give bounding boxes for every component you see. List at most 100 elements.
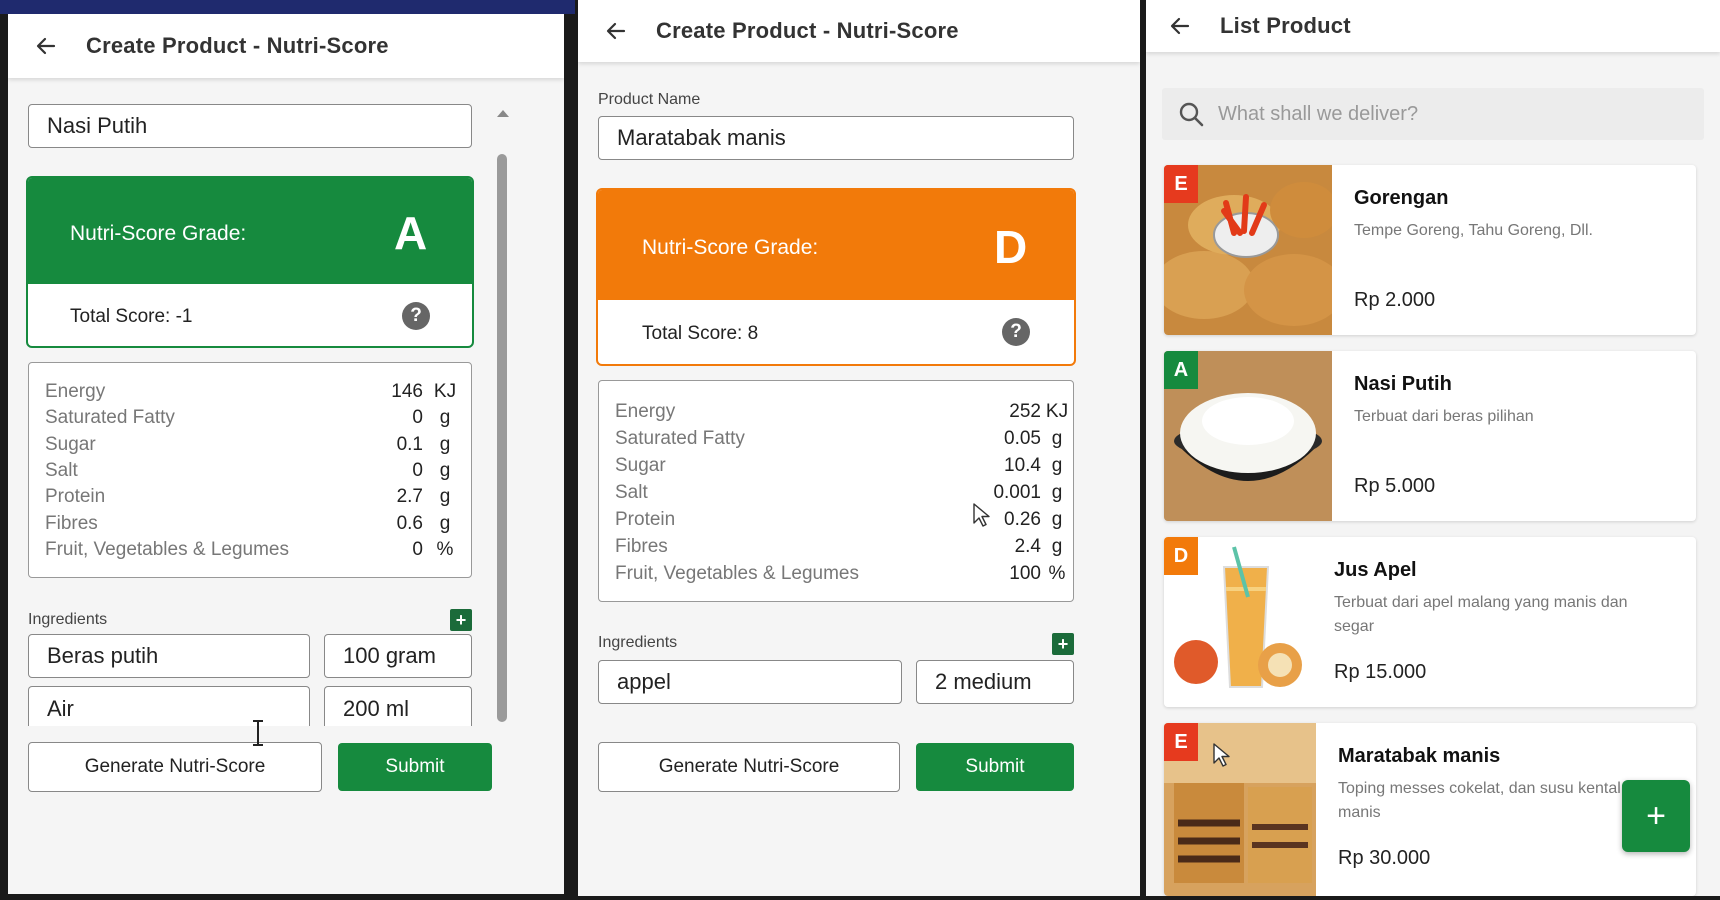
grade-header: Nutri-Score Grade: A [28, 178, 472, 284]
nutrient-name: Protein [45, 486, 106, 508]
nutrient-name: Fruit, Vegetables & Legumes [45, 538, 289, 560]
nutrient-row: Energy 252 KJ [615, 401, 1068, 425]
ingredient-qty-input[interactable]: 2 medium [916, 660, 1074, 704]
nutrient-name: Energy [615, 401, 676, 422]
add-ingredient-button[interactable]: + [1052, 633, 1074, 655]
back-arrow-icon[interactable] [34, 34, 58, 58]
help-icon[interactable]: ? [402, 302, 430, 330]
nutrient-row: Salt 0 g [45, 460, 455, 484]
product-card[interactable]: A Nasi Putih Terbuat dari beras pilihan … [1164, 351, 1696, 521]
create-product-screen-left: Create Product - Nutri-Score Nasi Putih … [8, 14, 564, 894]
product-card[interactable]: E Maratabak manis Toping messes cokelat,… [1164, 723, 1696, 896]
page-title: Create Product - Nutri-Score [656, 18, 959, 43]
nutrient-row: Energy 146 KJ [45, 381, 456, 405]
nutrient-table: Energy 252 KJ Saturated Fatty 0.05 g Sugar 10.4… [598, 380, 1074, 602]
product-name: Nasi Putih [1354, 373, 1452, 395]
ingredient-qty-input[interactable]: 100 gram [324, 634, 472, 678]
product-name: Maratabak manis [1338, 745, 1501, 767]
window-top-strip [0, 0, 575, 14]
nutrient-row: Sugar 0.1 g [45, 434, 455, 458]
list-clip-edge [8, 726, 488, 742]
nutri-grade-badge: E [1164, 723, 1198, 761]
add-ingredient-button[interactable]: + [450, 609, 472, 631]
product-price: Rp 15.000 [1334, 661, 1427, 683]
add-product-fab[interactable]: + [1622, 780, 1690, 852]
back-arrow-icon[interactable] [604, 19, 628, 43]
nutrient-value: 100 [1009, 563, 1041, 584]
product-name: Jus Apel [1334, 559, 1417, 581]
nutrient-unit: g [439, 512, 451, 534]
page-title: List Product [1220, 13, 1351, 38]
nutrient-unit: g [1051, 455, 1063, 476]
nutri-grade-badge: D [1164, 537, 1198, 575]
app-bar: Create Product - Nutri-Score [578, 0, 1140, 62]
list-product-screen: List Product What shall we deliver? E Go… [1146, 0, 1720, 896]
nutrient-name: Energy [45, 381, 106, 402]
nutrient-unit: % [1048, 563, 1066, 584]
grade-letter: A [394, 207, 428, 259]
nutrient-row: Fibres 2.4 g [615, 536, 1062, 560]
nutrient-name: Protein [615, 509, 676, 530]
product-name: Gorengan [1354, 187, 1449, 209]
nutri-grade-badge: E [1164, 165, 1198, 203]
nutrient-table: Energy 146 KJ Saturated Fatty 0 g Sugar 0.1 g Sal… [28, 362, 472, 578]
nutrient-unit: g [1051, 536, 1063, 557]
nutrient-unit: KJ [433, 381, 457, 402]
scrollbar[interactable] [497, 110, 509, 730]
ingredient-name-input[interactable]: Air [28, 686, 310, 730]
product-name-input[interactable]: Maratabak manis [598, 116, 1074, 160]
total-score: Total Score: 8 [642, 323, 759, 344]
nutrient-row: Fruit, Vegetables & Legumes 0% [45, 539, 455, 563]
submit-button[interactable]: Submit [338, 743, 492, 791]
product-description: Terbuat dari beras pilihan [1354, 408, 1534, 425]
nutrient-value: 0.26 [1004, 509, 1041, 530]
nutrient-name: Salt [45, 459, 78, 481]
product-card[interactable]: E Gorengan Tempe Goreng, Tahu Goreng, Dl… [1164, 165, 1696, 335]
nutrient-name: Sugar [615, 455, 666, 476]
grade-header: Nutri-Score Grade: D [598, 190, 1074, 300]
nutrient-value: 146 [391, 381, 423, 402]
ingredient-name-input[interactable]: Beras putih [28, 634, 310, 678]
ingredient-qty-input[interactable]: 200 ml [324, 686, 472, 730]
nutrient-name: Fibres [615, 536, 668, 557]
product-name-input[interactable]: Nasi Putih [28, 104, 472, 148]
generate-nutri-score-button[interactable]: Generate Nutri-Score [598, 742, 900, 792]
nutrient-name: Salt [615, 482, 648, 503]
nutrient-row: Fruit, Vegetables & Legumes 100% [615, 563, 1065, 587]
nutrient-unit: % [436, 538, 454, 560]
nutrient-name: Fruit, Vegetables & Legumes [615, 563, 859, 584]
grade-label: Nutri-Score Grade: [642, 236, 819, 259]
submit-button[interactable]: Submit [916, 743, 1074, 791]
ingredient-name-input[interactable]: appel [598, 660, 902, 704]
nutrient-unit: KJ [1045, 401, 1069, 422]
generate-nutri-score-button[interactable]: Generate Nutri-Score [28, 742, 322, 792]
nutrient-value: 10.4 [1004, 455, 1041, 476]
nutrient-value: 0 [412, 538, 423, 560]
page-title: Create Product - Nutri-Score [86, 33, 389, 58]
nutrient-value: 0.1 [396, 433, 423, 455]
app-bar: List Product [1146, 0, 1720, 52]
screenshot-stage: Create Product - Nutri-Score Nasi Putih … [0, 0, 1720, 900]
app-bar: Create Product - Nutri-Score [8, 14, 564, 78]
nutrient-name: Sugar [45, 433, 96, 455]
nutrient-name: Saturated Fatty [615, 428, 745, 449]
nutrient-row: Sugar 10.4 g [615, 455, 1062, 479]
search-bar[interactable]: What shall we deliver? [1162, 88, 1704, 140]
scrollbar-thumb[interactable] [497, 154, 507, 722]
back-arrow-icon[interactable] [1168, 14, 1192, 38]
nutrient-value: 2.7 [396, 486, 423, 508]
search-icon [1179, 102, 1204, 127]
nutri-score-grade-card: Nutri-Score Grade: A Total Score: -1 ? [26, 176, 474, 348]
ingredients-label: Ingredients [598, 634, 678, 651]
product-description: Toping messes cokelat, dan susu kental m… [1338, 780, 1621, 821]
nutrient-row: Saturated Fatty 0 g [45, 407, 455, 431]
help-icon[interactable]: ? [1002, 318, 1030, 346]
nutri-grade-badge: A [1164, 351, 1198, 389]
product-description: Terbuat dari apel malang yang manis dan … [1334, 594, 1628, 635]
nutrient-row: Protein 2.7 g [45, 486, 455, 510]
total-score: Total Score: -1 [70, 306, 193, 327]
product-card[interactable]: D Jus Apel Terbuat dari apel malang yang… [1164, 537, 1696, 707]
nutrient-value: 252 [1009, 401, 1041, 422]
nutrient-value: 0 [412, 407, 423, 429]
scroll-up-arrow-icon[interactable] [497, 110, 509, 117]
